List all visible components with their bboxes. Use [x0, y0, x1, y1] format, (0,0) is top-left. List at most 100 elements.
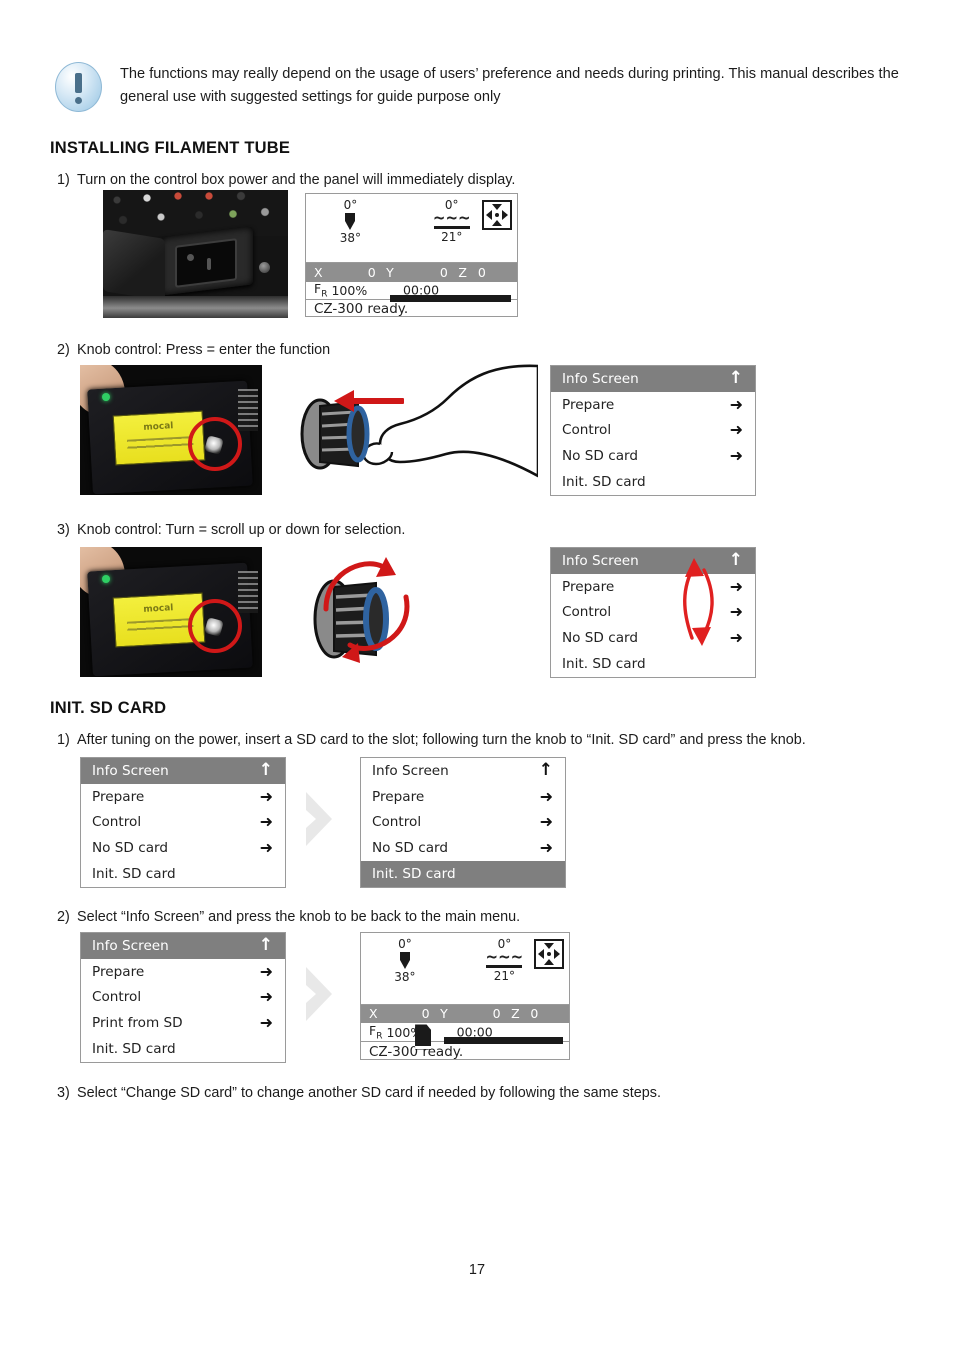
menu-item-label: Prepare	[562, 396, 615, 413]
notice-text: The functions may really depend on the u…	[120, 66, 899, 105]
menu-item-label: No SD card	[562, 630, 639, 647]
axis-y-label: Y	[386, 264, 395, 280]
menu-screen-before-init[interactable]: Info Screen ↑ Prepare ➜ Control ➜ No SD card ➜ I…	[80, 757, 286, 888]
chevron-right-icon	[306, 792, 332, 846]
highlight-circle	[188, 417, 242, 471]
menu-item-prepare[interactable]: Prepare ➜	[81, 784, 285, 810]
feedrate-value: 100%	[331, 282, 368, 298]
menu-item-no-sd-card[interactable]: No SD card ➜	[81, 835, 285, 861]
menu-item-info-screen[interactable]: Info Screen ↑	[361, 758, 565, 784]
nozzle-icon	[399, 952, 411, 970]
menu-screen-step2[interactable]: Info Screen ↑ Prepare ➜ Control ➜ No SD card ➜ I…	[550, 365, 756, 496]
menu-item-no-sd-card[interactable]: No SD card ➜	[551, 443, 755, 469]
menu-item-prepare[interactable]: Prepare ➜	[361, 784, 565, 810]
menu-screen-after-init[interactable]: Info Screen ↑ Prepare ➜ Control ➜ No SD card ➜ I…	[360, 757, 566, 888]
menu-item-prepare[interactable]: Prepare ➜	[81, 959, 285, 985]
lcd-axis-row: X 0 Y 0 Z 0	[361, 1004, 569, 1024]
menu-item-no-sd-card[interactable]: No SD card ➜	[361, 835, 565, 861]
arrow-right-icon: ➜	[729, 576, 743, 596]
menu-item-control[interactable]: Control ➜	[551, 418, 755, 444]
menu-item-prepare[interactable]: Prepare ➜	[551, 392, 755, 418]
arrow-up-icon: ↑	[258, 760, 273, 781]
lcd-temperature-area: 0° 38° 0° ~~~ 21°	[306, 194, 517, 264]
menu-item-print-from-sd[interactable]: Print from SD ➜	[81, 1010, 285, 1036]
arrow-up-icon: ↑	[258, 935, 273, 956]
arrow-right-icon: ➜	[259, 786, 273, 806]
arrow-up-icon: ↑	[728, 368, 743, 389]
section-heading-installing-filament-tube: INSTALLING FILAMENT TUBE	[50, 139, 291, 157]
step-number: 1)	[57, 172, 70, 188]
lcd-status-message: CZ-300 ready.	[314, 301, 409, 318]
axis-y-value: 0	[492, 1006, 502, 1022]
menu-item-label: Init. SD card	[92, 1041, 176, 1058]
nozzle-temperature-group: 0° 38°	[394, 937, 415, 984]
step-number: 2)	[57, 909, 70, 925]
highlight-circle	[188, 599, 242, 653]
axis-z-value: 0	[477, 264, 487, 280]
menu-item-label: Info Screen	[92, 762, 169, 779]
axis-x-value: 0	[421, 1006, 431, 1022]
page-number: 17	[468, 1262, 486, 1278]
arrow-right-icon: ➜	[259, 1013, 273, 1033]
arrow-right-icon: ➜	[729, 394, 743, 414]
axis-z-label: Z	[458, 264, 468, 280]
arrow-right-icon: ➜	[729, 602, 743, 622]
knob-press-illustration	[300, 364, 538, 478]
control-panel-knob-turn-photo: mocal	[80, 547, 262, 677]
menu-item-control[interactable]: Control ➜	[81, 985, 285, 1011]
knob-turn-illustration	[313, 557, 410, 663]
menu-item-control[interactable]: Control ➜	[551, 600, 755, 626]
menu-item-prepare[interactable]: Prepare ➜	[551, 574, 755, 600]
menu-item-control[interactable]: Control ➜	[81, 810, 285, 836]
menu-item-init-sd-card[interactable]: Init. SD card	[81, 861, 285, 887]
lcd-temperature-area: 0° 38° 0° ~~~ 21°	[361, 933, 569, 1005]
chevron-right-icon	[306, 967, 332, 1021]
step-1-1: 1) Turn on the control box power and the …	[57, 171, 515, 190]
menu-item-init-sd-card[interactable]: Init. SD card	[551, 651, 755, 677]
menu-item-label: Prepare	[372, 788, 425, 805]
step-text: Select “Change SD card” to change anothe…	[77, 1085, 661, 1101]
menu-item-label: Prepare	[562, 578, 615, 595]
feedrate-label: FR	[314, 281, 328, 300]
menu-item-label: Prepare	[92, 963, 145, 980]
step-1-3: 3) Knob control: Turn = scroll up or down…	[57, 521, 405, 540]
menu-item-control[interactable]: Control ➜	[361, 810, 565, 836]
bed-current-temp: 21°	[493, 968, 516, 983]
axis-x-label: X	[369, 1006, 379, 1022]
menu-item-no-sd-card[interactable]: No SD card ➜	[551, 625, 755, 651]
menu-item-init-sd-card[interactable]: Init. SD card	[361, 861, 565, 887]
heated-bed-icon: ~~~	[485, 946, 524, 968]
nozzle-icon	[344, 213, 356, 231]
arrow-right-icon: ➜	[539, 838, 553, 858]
nozzle-current-temp: 38°	[394, 970, 416, 984]
menu-item-label: Control	[92, 814, 142, 831]
menu-screen-back-to-main[interactable]: Info Screen ↑ Prepare ➜ Control ➜ Print from S…	[80, 932, 286, 1063]
menu-item-label: Info Screen	[562, 370, 639, 387]
menu-item-label: Info Screen	[562, 552, 639, 569]
notice-banner: The functions may really depend on the u…	[55, 62, 915, 112]
menu-item-init-sd-card[interactable]: Init. SD card	[551, 469, 755, 495]
menu-item-label: Info Screen	[372, 762, 449, 779]
arrow-right-icon: ➜	[259, 987, 273, 1007]
step-number: 1)	[57, 732, 70, 748]
menu-item-label: Control	[562, 604, 612, 621]
step-text: Select “Info Screen” and press the knob …	[77, 909, 521, 925]
progress-bar	[390, 294, 511, 302]
menu-item-info-screen[interactable]: Info Screen ↑	[551, 548, 755, 574]
arrow-right-icon: ➜	[539, 812, 553, 832]
manual-page: The functions may really depend on the u…	[0, 0, 954, 1349]
step-text: After tuning on the power, insert a SD c…	[77, 732, 806, 748]
menu-item-info-screen[interactable]: Info Screen ↑	[81, 933, 285, 959]
menu-item-init-sd-card[interactable]: Init. SD card	[81, 1036, 285, 1062]
step-number: 3)	[57, 1085, 70, 1101]
menu-screen-step3[interactable]: Info Screen ↑ Prepare ➜ Control ➜ No SD card ➜ I…	[550, 547, 756, 678]
lcd-info-screen-status-with-sd: 0° 38° 0° ~~~ 21° X 0 Y 0 Z 0 FR 100% 00…	[360, 932, 570, 1060]
menu-item-label: Init. SD card	[372, 866, 456, 883]
axis-y-label: Y	[440, 1006, 449, 1022]
menu-item-info-screen[interactable]: Info Screen ↑	[81, 758, 285, 784]
lcd-feedrate-row: FR 100% 00:00	[361, 1023, 569, 1050]
step-2-3: 3) Select “Change SD card” to change anot…	[57, 1084, 661, 1103]
menu-item-info-screen[interactable]: Info Screen ↑	[551, 366, 755, 392]
exclamation-circle-icon	[55, 62, 102, 112]
step-text: Knob control: Turn = scroll up or down f…	[77, 522, 406, 538]
